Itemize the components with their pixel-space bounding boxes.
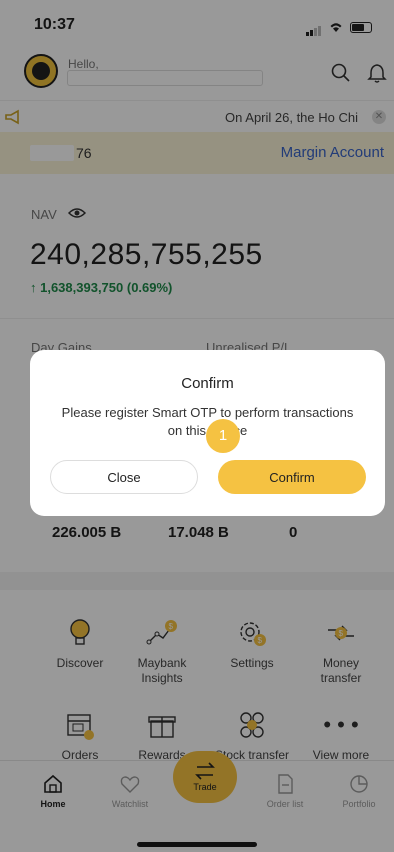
confirm-button[interactable]: Confirm xyxy=(218,460,366,494)
phone-screen: 10:37 Hello, On April 26, the Ho Chi ✕ 7… xyxy=(0,0,394,852)
step-marker: 1 xyxy=(206,419,240,453)
dialog-title: Confirm xyxy=(181,375,234,392)
close-button[interactable]: Close xyxy=(50,460,198,494)
home-indicator xyxy=(137,842,257,847)
